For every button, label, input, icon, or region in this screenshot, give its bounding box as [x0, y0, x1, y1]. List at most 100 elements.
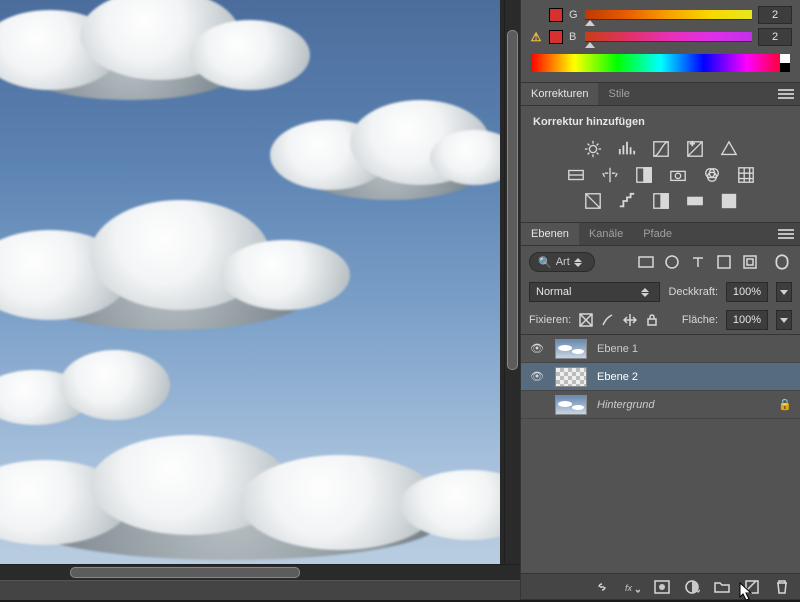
selective-color-icon[interactable]: [719, 192, 739, 210]
gamut-warning-icon[interactable]: ⚠: [529, 30, 543, 44]
layers-list: 👁 Ebene 1 👁 Ebene 2 👁 Hintergrund 🔒: [521, 334, 800, 573]
lock-all-icon[interactable]: [645, 313, 659, 327]
fill-dropdown[interactable]: [776, 310, 792, 330]
filter-adjust-icon[interactable]: [664, 254, 680, 270]
right-panels: G 2 ⚠ B 2 Korrekturen Stile Korrektur hi…: [520, 0, 800, 600]
gradient-map-icon[interactable]: [685, 192, 705, 210]
new-layer-icon[interactable]: [744, 579, 760, 595]
vibrance-icon[interactable]: [719, 140, 739, 158]
slider-g-swatch[interactable]: [549, 8, 563, 22]
slider-b-swatch[interactable]: [549, 30, 563, 44]
brightness-icon[interactable]: [583, 140, 603, 158]
vertical-scrollbar[interactable]: [504, 0, 520, 564]
photo-filter-icon[interactable]: [668, 166, 688, 184]
tab-ebenen[interactable]: Ebenen: [521, 223, 579, 245]
layer-row[interactable]: 👁 Ebene 2: [521, 363, 800, 391]
lock-icon: 🔒: [778, 398, 792, 411]
visibility-icon[interactable]: 👁: [529, 369, 545, 385]
layer-name[interactable]: Ebene 1: [597, 343, 792, 355]
new-group-icon[interactable]: [714, 579, 730, 595]
color-panel: G 2 ⚠ B 2: [521, 0, 800, 83]
slider-b-row: ⚠ B 2: [529, 26, 792, 48]
adjustments-row-1: [521, 140, 800, 158]
fx-icon[interactable]: fx: [624, 579, 640, 595]
opacity-value[interactable]: 100%: [726, 282, 768, 302]
filter-kind-label: Art: [556, 256, 570, 268]
fill-label: Fläche:: [682, 314, 718, 326]
layer-thumbnail[interactable]: [555, 339, 587, 359]
filter-shape-icon[interactable]: [716, 254, 732, 270]
adjustments-row-3: [521, 192, 800, 210]
add-mask-icon[interactable]: [654, 579, 670, 595]
fill-value[interactable]: 100%: [726, 310, 768, 330]
image-sky: [0, 0, 500, 564]
layer-row[interactable]: 👁 Hintergrund 🔒: [521, 391, 800, 419]
slider-b-value[interactable]: 2: [758, 28, 792, 46]
layer-thumbnail[interactable]: [555, 395, 587, 415]
visibility-icon[interactable]: 👁: [529, 397, 545, 413]
channel-mixer-icon[interactable]: [702, 166, 722, 184]
filter-toggle-icon[interactable]: [772, 253, 792, 271]
link-layers-icon[interactable]: [594, 579, 610, 595]
black-white-icon[interactable]: [634, 166, 654, 184]
slider-g-value[interactable]: 2: [758, 6, 792, 24]
threshold-icon[interactable]: [651, 192, 671, 210]
adjustments-row-2: [521, 166, 800, 184]
slider-g-track[interactable]: [585, 10, 752, 20]
delete-layer-icon[interactable]: [774, 579, 790, 595]
tab-pfade[interactable]: Pfade: [633, 223, 682, 245]
slider-b-label: B: [569, 31, 579, 43]
panel-menu-icon[interactable]: [778, 226, 794, 242]
color-balance-icon[interactable]: [600, 166, 620, 184]
layer-row[interactable]: 👁 Ebene 1: [521, 335, 800, 363]
color-lookup-icon[interactable]: [736, 166, 756, 184]
lock-pixels-icon[interactable]: [601, 313, 615, 327]
tab-stile[interactable]: Stile: [598, 83, 639, 105]
filter-type-icon[interactable]: [690, 254, 706, 270]
warn-placeholder: [529, 8, 543, 22]
lock-position-icon[interactable]: [623, 313, 637, 327]
document-canvas-area: [0, 0, 520, 600]
exposure-icon[interactable]: [685, 140, 705, 158]
adjustments-title: Korrektur hinzufügen: [521, 112, 800, 132]
lock-label: Fixieren:: [529, 314, 571, 326]
invert-icon[interactable]: [583, 192, 603, 210]
tab-kanaele[interactable]: Kanäle: [579, 223, 633, 245]
opacity-dropdown[interactable]: [776, 282, 792, 302]
layer-filter-kind[interactable]: 🔍 Art: [529, 252, 595, 272]
blend-mode-select[interactable]: Normal: [529, 282, 660, 302]
hue-sat-icon[interactable]: [566, 166, 586, 184]
layer-name[interactable]: Hintergrund: [597, 399, 768, 411]
lock-transparent-icon[interactable]: [579, 313, 593, 327]
opacity-label: Deckkraft:: [668, 286, 718, 298]
tab-korrekturen[interactable]: Korrekturen: [521, 83, 598, 105]
adjustments-tabs: Korrekturen Stile: [521, 83, 800, 106]
filter-pixel-icon[interactable]: [638, 254, 654, 270]
layers-tabs: Ebenen Kanäle Pfade: [521, 223, 800, 246]
curves-icon[interactable]: [651, 140, 671, 158]
layer-name[interactable]: Ebene 2: [597, 371, 792, 383]
add-adjustment-icon[interactable]: [684, 579, 700, 595]
levels-icon[interactable]: [617, 140, 637, 158]
slider-g-label: G: [569, 9, 579, 21]
color-spectrum-bar[interactable]: [531, 54, 790, 72]
canvas-viewport[interactable]: [0, 0, 520, 564]
blend-opacity-row: Normal Deckkraft: 100%: [521, 278, 800, 306]
layers-panel: Ebenen Kanäle Pfade 🔍 Art Normal: [521, 223, 800, 600]
posterize-icon[interactable]: [617, 192, 637, 210]
adjustments-panel: Korrekturen Stile Korrektur hinzufügen: [521, 83, 800, 223]
layer-thumbnail[interactable]: [555, 367, 587, 387]
slider-b-track[interactable]: [585, 32, 752, 42]
visibility-icon[interactable]: 👁: [529, 341, 545, 357]
status-bar: [0, 580, 520, 600]
layer-filter-row: 🔍 Art: [521, 246, 800, 278]
layers-footer: fx: [521, 573, 800, 599]
filter-smart-icon[interactable]: [742, 254, 758, 270]
horizontal-scrollbar[interactable]: [0, 564, 520, 580]
slider-g-row: G 2: [529, 4, 792, 26]
blend-mode-value: Normal: [536, 286, 571, 298]
svg-text:fx: fx: [625, 583, 633, 593]
search-icon: 🔍: [538, 256, 552, 269]
lock-fill-row: Fixieren: Fläche: 100%: [521, 306, 800, 334]
panel-menu-icon[interactable]: [778, 86, 794, 102]
